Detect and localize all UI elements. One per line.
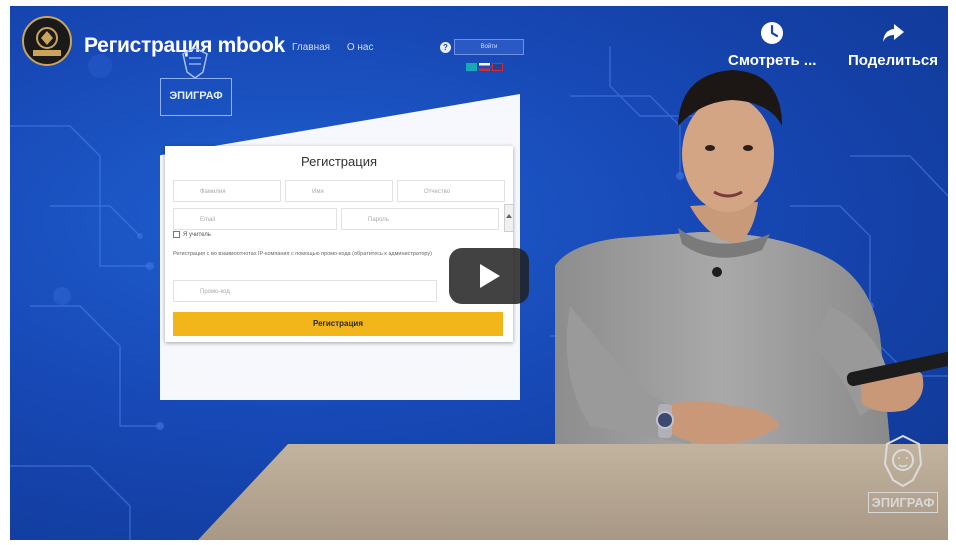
- share-button[interactable]: Поделиться: [848, 20, 938, 70]
- lion-crest-icon: [883, 434, 923, 488]
- share-label: Поделиться: [848, 52, 939, 69]
- watermark-text: ЭПИГРАФ: [868, 492, 938, 513]
- play-button[interactable]: [449, 248, 529, 304]
- desk-surface: [198, 444, 948, 540]
- watch-later-button[interactable]: Смотреть ...: [728, 20, 816, 70]
- clock-icon: [761, 22, 784, 44]
- watch-later-label: Смотреть ...: [728, 52, 817, 69]
- video-player[interactable]: Регистрация mbook Главная О нас ? Войти …: [10, 6, 948, 540]
- channel-watermark: ЭПИГРАФ: [868, 434, 938, 513]
- share-arrow-icon: [883, 24, 905, 42]
